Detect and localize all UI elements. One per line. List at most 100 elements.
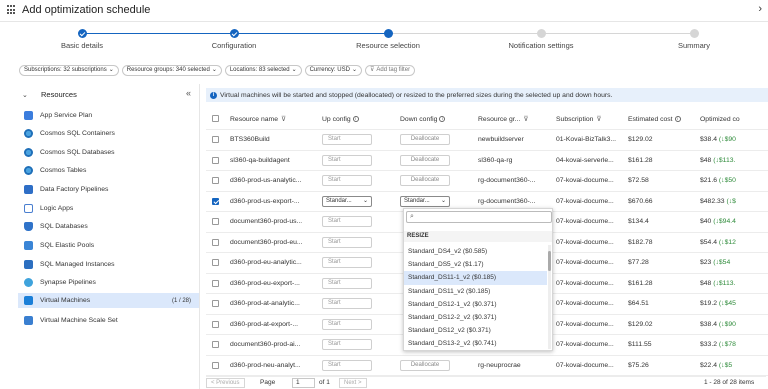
locations-filter[interactable]: Locations: 83 selected ⌄ [224, 65, 302, 76]
column-header-label: Subscription [556, 116, 594, 123]
resource-name-cell: document360-prod-ai... [230, 334, 322, 356]
row-checkbox[interactable] [212, 218, 219, 226]
dropdown-search-input[interactable]: ⌕ [406, 211, 552, 223]
page-of-label: of 1 [319, 379, 330, 386]
next-page-button[interactable]: Next > [339, 378, 367, 388]
down-config-deallocate-button[interactable]: Deallocate [400, 175, 450, 187]
up-config-start-button[interactable]: Start [322, 236, 372, 248]
chevron-right-icon[interactable]: › [758, 3, 762, 15]
row-checkbox[interactable] [212, 156, 219, 164]
subscriptions-filter-label: Subscriptions: 32 subscriptions [24, 67, 107, 73]
dropdown-option[interactable]: Standard_DS13-2_v2 ($0.741) [404, 337, 547, 351]
resource-name-cell: d360-prod-at-export-... [230, 314, 322, 335]
sidebar-item-cosmos-tables[interactable]: Cosmos Tables [18, 163, 199, 178]
up-config-start-button[interactable]: Start [322, 277, 372, 289]
resource-name-cell: document360-prod-us... [230, 211, 322, 233]
sidebar-item-sql-managed-instances[interactable]: SQL Managed Instances [18, 257, 199, 272]
sidebar-item-synapse-pipelines[interactable]: Synapse Pipelines [18, 275, 199, 290]
filter-icon[interactable]: ⊽ [281, 116, 286, 123]
down-config-deallocate-button[interactable]: Deallocate [400, 359, 450, 371]
column-header-resource-group[interactable]: Resource gr... ⊽ [478, 109, 556, 130]
up-config-select[interactable]: Standar... ⌄ [322, 195, 372, 207]
sidebar-item-cosmos-sql-databases[interactable]: Cosmos SQL Databases [18, 145, 199, 160]
step-1-done-icon[interactable] [78, 29, 87, 38]
step-label-basic-details[interactable]: Basic details [61, 41, 103, 50]
table-row[interactable]: d360-prod-neu-analyt... Start Deallocate rg… [206, 355, 768, 376]
currency-filter[interactable]: Currency: USD ⌄ [304, 65, 362, 76]
sidebar-item-data-factory-pipelines[interactable]: Data Factory Pipelines [18, 182, 199, 197]
row-checkbox[interactable] [212, 238, 219, 246]
info-icon[interactable]: i [439, 115, 446, 122]
row-checkbox[interactable] [212, 300, 219, 308]
up-config-start-button[interactable]: Start [322, 154, 372, 166]
row-checkbox[interactable] [212, 361, 219, 369]
up-config-start-button[interactable]: Start [322, 134, 372, 146]
sidebar-item-virtual-machines[interactable]: Virtual Machines (1 / 28) [18, 293, 199, 308]
row-checkbox[interactable] [212, 136, 219, 144]
table-row[interactable]: d360-prod-us-analytic... Start Deallocate r… [206, 170, 768, 192]
down-config-deallocate-button[interactable]: Deallocate [400, 134, 450, 146]
data-factory-icon [24, 185, 33, 194]
sidebar-item-cosmos-sql-containers[interactable]: Cosmos SQL Containers [18, 126, 199, 141]
dropdown-option[interactable]: Standard_DS12-1_v2 ($0.371) [404, 298, 547, 312]
scrollbar-thumb[interactable] [548, 251, 551, 271]
sidebar-item-logic-apps[interactable]: Logic Apps [18, 201, 199, 216]
filter-icon[interactable]: ⊽ [596, 116, 601, 123]
dropdown-option[interactable]: Standard_DS4_v2 ($0.585) [404, 245, 547, 259]
column-header-subscription[interactable]: Subscription ⊽ [556, 109, 628, 130]
down-config-select[interactable]: Standar... ⌄ [400, 195, 450, 207]
step-2-done-icon[interactable] [230, 29, 239, 38]
row-checkbox[interactable] [212, 259, 219, 267]
select-all-checkbox[interactable] [212, 115, 219, 123]
estimated-cost-cell: $182.78 [628, 232, 700, 253]
resource-name-cell: document360-prod-eu... [230, 232, 322, 253]
sidebar-item-sql-databases[interactable]: SQL Databases [18, 219, 199, 234]
table-row[interactable]: BTS360Build Start Deallocate newbuildserver… [206, 129, 768, 151]
optimized-cost-value: $54.4 [700, 238, 718, 246]
up-config-cell: Start [322, 129, 400, 151]
up-config-start-button[interactable]: Start [322, 257, 372, 269]
sidebar-item-app-service-plan[interactable]: App Service Plan [18, 108, 199, 123]
up-config-start-button[interactable]: Start [322, 339, 372, 351]
up-config-start-button[interactable]: Start [322, 298, 372, 310]
row-checkbox[interactable] [212, 279, 219, 287]
grid-menu-icon[interactable] [7, 5, 17, 15]
step-3-current-icon[interactable] [384, 29, 393, 38]
locations-filter-label: Locations: 83 selected [229, 67, 290, 73]
search-icon: ⌕ [410, 213, 414, 220]
row-checkbox[interactable] [212, 320, 219, 328]
dropdown-option[interactable]: Standard_DS12-2_v2 ($0.371) [404, 311, 547, 325]
row-checkbox[interactable] [212, 177, 219, 185]
page-title: Add optimization schedule [22, 4, 151, 16]
add-tag-filter-button[interactable]: ⊽ Add tag filter [364, 65, 416, 76]
filter-icon[interactable]: ⊽ [523, 116, 528, 123]
row-checkbox[interactable] [212, 341, 219, 349]
dropdown-option[interactable]: Standard_DS12_v2 ($0.371) [404, 324, 547, 338]
collapse-sidebar-icon[interactable]: « [186, 88, 191, 98]
row-checkbox[interactable] [212, 197, 219, 205]
step-label-resource-selection[interactable]: Resource selection [356, 41, 420, 50]
page-number-input[interactable]: 1 [292, 378, 315, 388]
dropdown-option[interactable]: Standard_DS5_v2 ($1.17) [404, 258, 547, 272]
resource-groups-filter[interactable]: Resource groups: 340 selected ⌄ [121, 65, 222, 76]
info-icon[interactable]: i [352, 115, 359, 122]
sidebar-item-label: Data Factory Pipelines [40, 186, 109, 193]
step-label-configuration[interactable]: Configuration [212, 41, 257, 50]
column-header-resource-name[interactable]: Resource name ⊽ [230, 109, 322, 130]
chevron-down-icon[interactable]: ⌄ [22, 91, 28, 99]
up-config-start-button[interactable]: Start [322, 318, 372, 330]
info-icon: i [210, 91, 217, 99]
sidebar-item-sql-elastic-pools[interactable]: SQL Elastic Pools [18, 238, 199, 253]
dropdown-option[interactable]: Standard_DS11-1_v2 ($0.185) [404, 271, 547, 286]
up-config-start-button[interactable]: Start [322, 216, 372, 228]
dropdown-option[interactable]: Standard_DS11_v2 ($0.185) [404, 285, 547, 299]
previous-page-button[interactable]: < Previous [206, 378, 245, 388]
table-row[interactable]: sl360-qa-buildagent Start Deallocate sl360-… [206, 150, 768, 171]
sidebar-item-virtual-machine-scale-set[interactable]: Virtual Machine Scale Set [18, 313, 199, 328]
up-config-start-button[interactable]: Start [322, 175, 372, 187]
subscriptions-filter[interactable]: Subscriptions: 32 subscriptions ⌄ [19, 65, 119, 76]
info-icon[interactable]: i [674, 115, 681, 122]
up-config-start-button[interactable]: Start [322, 359, 372, 371]
down-config-deallocate-button[interactable]: Deallocate [400, 154, 450, 166]
dropdown-scrollbar[interactable] [548, 245, 551, 349]
